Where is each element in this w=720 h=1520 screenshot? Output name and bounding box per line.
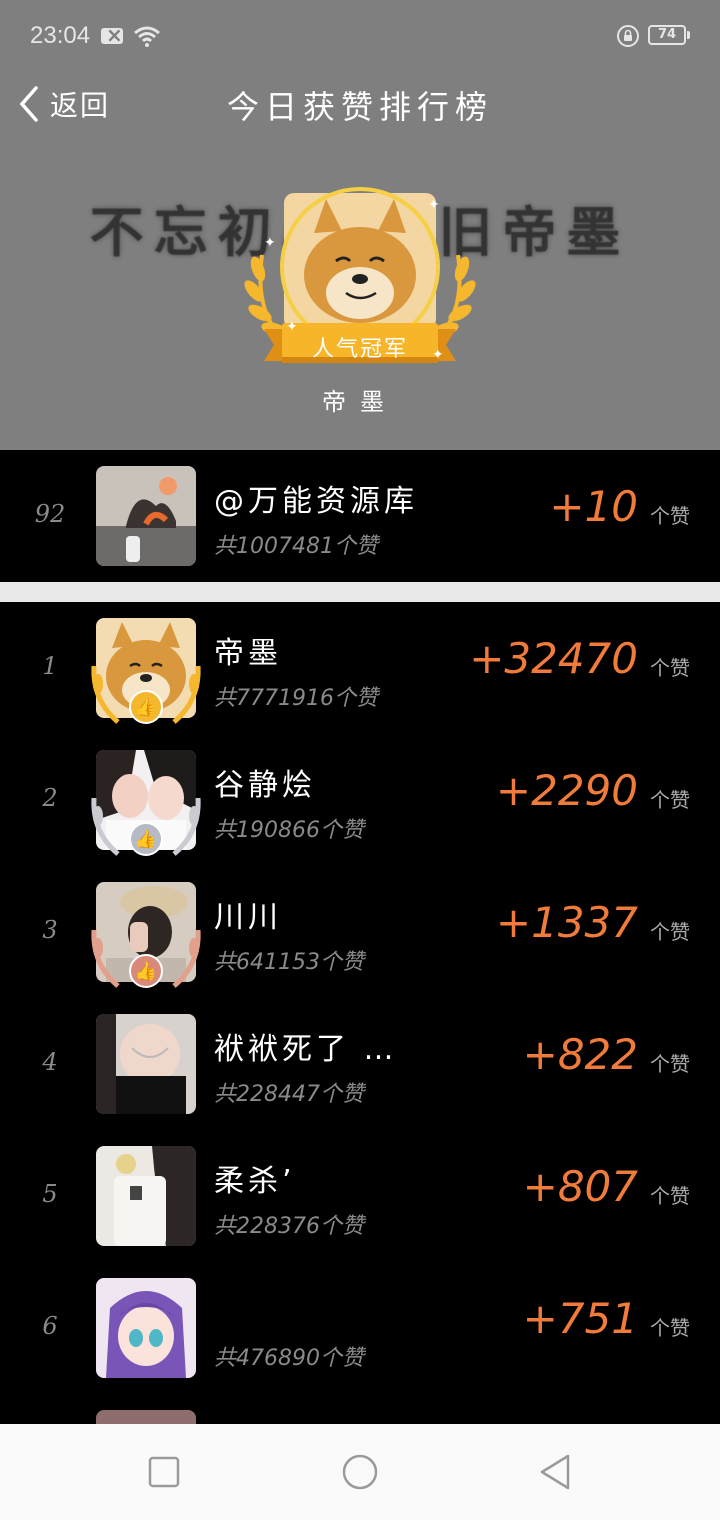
- today-likes: +32470: [469, 634, 638, 683]
- battery-icon: 74: [648, 25, 690, 45]
- rotation-lock-icon: [617, 25, 639, 47]
- likes-unit: 个赞: [650, 788, 690, 812]
- rank-number: 2: [42, 784, 58, 812]
- ranking-row[interactable]: 4 袱袱死了 … 共228447个赞 +822 个赞: [0, 998, 720, 1130]
- likes-unit: 个赞: [650, 1316, 690, 1340]
- total-likes: 共1007481个赞: [214, 534, 378, 559]
- navigation-bar: [0, 1424, 720, 1520]
- avatar[interactable]: [96, 1410, 196, 1424]
- total-likes: 共641153个赞: [214, 950, 364, 975]
- user-name: 川川: [214, 900, 282, 935]
- ranking-row[interactable]: 3 👍 川川 共641153个赞 +1337 个赞: [0, 866, 720, 998]
- sparkle-icon: ✦: [286, 319, 298, 335]
- sparkle-icon: ✦: [264, 235, 276, 251]
- today-likes: +10: [549, 482, 638, 531]
- rank-number: 5: [42, 1180, 58, 1208]
- thumbs-up-icon: 👍: [129, 954, 163, 988]
- total-likes: 共7771916个赞: [214, 686, 378, 711]
- likes-unit: 个赞: [650, 1184, 690, 1208]
- ranking-row[interactable]: 1 👍 帝墨 共7771916个赞 +32470 个赞: [0, 602, 720, 734]
- rank-number: 92: [34, 500, 66, 528]
- today-likes: +807: [522, 1162, 638, 1211]
- user-name: 谷静烩: [214, 768, 316, 803]
- back-nav-button[interactable]: [536, 1452, 576, 1492]
- header: 23:04 74 返回 今日获赞排行榜 不忘初心 依旧帝墨: [0, 0, 720, 450]
- total-likes: 共228447个赞: [214, 1082, 364, 1107]
- total-likes: 共190866个赞: [214, 818, 364, 843]
- total-likes: 共476890个赞: [214, 1346, 364, 1371]
- avatar[interactable]: [96, 1146, 196, 1246]
- home-button[interactable]: [340, 1452, 380, 1492]
- avatar[interactable]: [96, 1014, 196, 1114]
- avatar[interactable]: [96, 1278, 196, 1378]
- ranking-row[interactable]: 2 👍 谷静烩 共190866个赞 +2290 个赞: [0, 734, 720, 866]
- user-name: 柔杀’: [214, 1164, 296, 1199]
- sparkle-icon: ✦: [428, 197, 440, 213]
- today-likes: +1337: [495, 898, 638, 947]
- thumbs-up-icon: 👍: [129, 822, 163, 856]
- section-divider: [0, 582, 720, 602]
- status-bar: 23:04 74: [0, 0, 720, 74]
- recent-apps-button[interactable]: [144, 1452, 184, 1492]
- today-likes: +2290: [495, 766, 638, 815]
- rank-number: 3: [42, 916, 58, 944]
- today-likes: +751: [522, 1294, 638, 1343]
- champion-ribbon-text: 人气冠军: [311, 337, 408, 362]
- champion-name: 帝墨: [322, 388, 398, 416]
- ranking-row[interactable]: 5 柔杀’ 共228376个赞 +807 个赞: [0, 1130, 720, 1262]
- thumbs-up-icon: 👍: [129, 690, 163, 724]
- wifi-icon: [134, 26, 160, 47]
- likes-unit: 个赞: [650, 1052, 690, 1076]
- status-time: 23:04: [30, 22, 91, 49]
- page-title: 今日获赞排行榜: [226, 88, 493, 126]
- today-likes: +822: [522, 1030, 638, 1079]
- rank-number: 6: [42, 1312, 58, 1340]
- my-rank-row[interactable]: 92 @万能资源库 共1007481个赞 +10 个赞: [0, 450, 720, 582]
- sparkle-icon: ✦: [432, 347, 444, 363]
- user-name: @万能资源库: [214, 484, 418, 519]
- likes-unit: 个赞: [650, 920, 690, 944]
- avatar[interactable]: [96, 466, 196, 566]
- rank-number: 4: [42, 1048, 58, 1076]
- likes-unit: 个赞: [650, 504, 690, 528]
- rank-number: 1: [42, 652, 58, 680]
- total-likes: 共228376个赞: [214, 1214, 364, 1239]
- champion-badge[interactable]: 人气冠军 ✦ ✦ ✦ ✦: [240, 185, 480, 385]
- user-name: 帝墨: [214, 636, 282, 671]
- notification-icon: [101, 23, 123, 47]
- likes-unit: 个赞: [650, 656, 690, 680]
- champion-avatar: [284, 193, 436, 329]
- ranking-row-partial[interactable]: [0, 1394, 720, 1424]
- user-name: 袱袱死了 …: [214, 1032, 398, 1067]
- ranking-row[interactable]: 6 共476890个赞 +751 个赞: [0, 1262, 720, 1394]
